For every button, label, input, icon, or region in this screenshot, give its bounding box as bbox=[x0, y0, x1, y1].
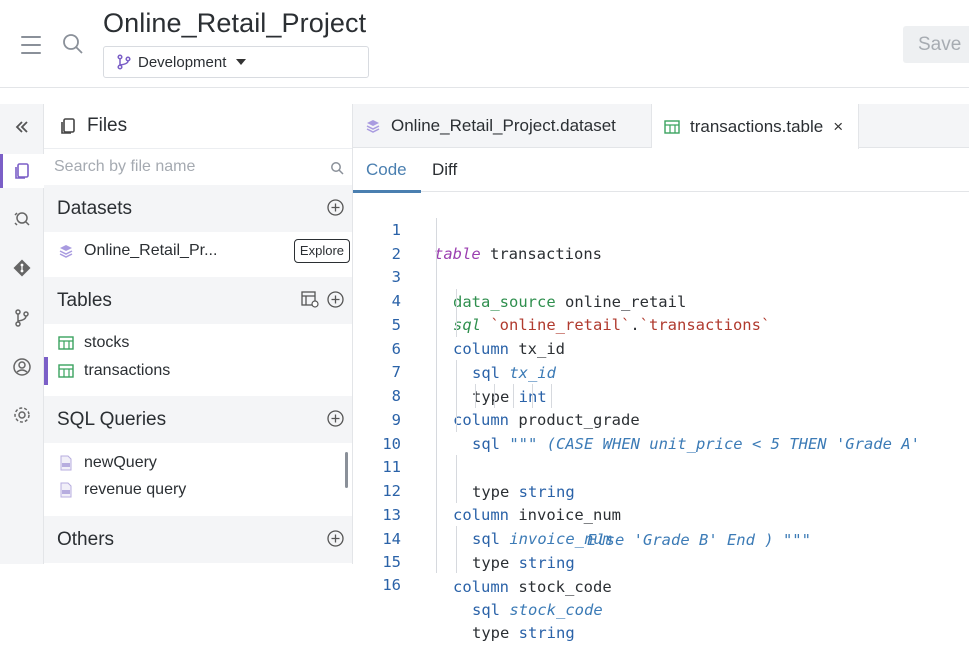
code-line: 4 column tx_id bbox=[353, 265, 969, 358]
branch-name: Development bbox=[138, 53, 227, 71]
top-header: Online_Retail_Project Development Save bbox=[0, 0, 969, 88]
dataset-name: Online_Retail_Pr... bbox=[84, 242, 218, 259]
files-panel: Files Search by file name Datasets Onlin… bbox=[44, 104, 353, 564]
layers-icon bbox=[366, 120, 380, 133]
code-line: 11 column invoice_num bbox=[353, 431, 969, 524]
code-line: 7 column product_grade bbox=[353, 336, 969, 429]
code-line: 2 data_source online_retail bbox=[353, 218, 969, 311]
section-datasets-label: Datasets bbox=[57, 197, 132, 219]
query-name: revenue query bbox=[84, 481, 187, 498]
tab-code[interactable]: Code bbox=[353, 148, 421, 193]
branch-icon[interactable] bbox=[0, 301, 44, 335]
tab-table-label: transactions.table bbox=[690, 116, 824, 136]
save-button[interactable]: Save bbox=[903, 26, 969, 63]
left-rail bbox=[0, 104, 44, 564]
files-icon[interactable] bbox=[0, 154, 44, 188]
list-item-table-active[interactable]: transactions bbox=[44, 357, 352, 385]
scrollbar[interactable] bbox=[345, 452, 348, 488]
files-icon bbox=[61, 118, 75, 134]
section-others-label: Others bbox=[57, 528, 115, 550]
user-icon[interactable] bbox=[0, 350, 44, 384]
file-search-input[interactable]: Search by file name bbox=[44, 148, 352, 185]
code-diff-tabs: Code Diff bbox=[353, 148, 969, 193]
line-number: 16 bbox=[382, 576, 401, 594]
chevron-down-icon bbox=[236, 59, 247, 65]
add-query-icon[interactable] bbox=[327, 410, 344, 427]
tab-diff[interactable]: Diff bbox=[432, 148, 457, 192]
section-tables-label: Tables bbox=[57, 289, 112, 311]
explore-button[interactable]: Explore bbox=[293, 239, 350, 263]
query-name: newQuery bbox=[84, 454, 157, 471]
code-line: 8 sql """ (CASE WHEN unit_price < 5 THEN… bbox=[353, 360, 969, 453]
gear-icon[interactable] bbox=[0, 398, 44, 432]
section-datasets[interactable]: Datasets bbox=[44, 185, 352, 232]
project-title: Online_Retail_Project bbox=[103, 8, 367, 38]
section-sql-label: SQL Queries bbox=[57, 408, 167, 430]
table-name: stocks bbox=[84, 334, 130, 351]
layers-icon bbox=[59, 245, 73, 258]
code-line: 10 type string bbox=[353, 408, 969, 501]
search-icon bbox=[331, 162, 344, 175]
list-item-dataset[interactable]: Online_Retail_Pr... Explore bbox=[44, 237, 352, 265]
list-item-query[interactable]: revenue query bbox=[44, 476, 352, 504]
git-icon[interactable] bbox=[0, 251, 44, 285]
search-icon[interactable] bbox=[62, 33, 84, 55]
table-icon bbox=[58, 336, 74, 350]
tab-dataset-label: Online_Retail_Project.dataset bbox=[391, 116, 616, 135]
code-line: 16 type string bbox=[353, 549, 969, 642]
file-search-placeholder: Search by file name bbox=[54, 158, 196, 175]
code-editor[interactable]: 1 table transactions 2 data_source onlin… bbox=[353, 192, 969, 642]
add-dataset-icon[interactable] bbox=[327, 199, 344, 216]
search-replace-icon[interactable] bbox=[0, 202, 44, 236]
files-header: Files bbox=[44, 104, 352, 148]
branch-selector[interactable]: Development bbox=[103, 46, 369, 78]
collapse-icon[interactable] bbox=[0, 110, 44, 144]
code-line: 3 sql `online_retail`.`transactions` bbox=[353, 241, 969, 334]
section-others[interactable]: Others bbox=[44, 516, 352, 563]
code-line: 1 table transactions bbox=[353, 194, 969, 263]
code-line: 12 sql invoice_num bbox=[353, 455, 969, 548]
add-table-icon[interactable] bbox=[327, 291, 344, 308]
menu-icon[interactable] bbox=[21, 36, 41, 54]
files-title: Files bbox=[87, 115, 128, 136]
code-line: 15 sql stock_code bbox=[353, 526, 969, 619]
table-icon bbox=[664, 119, 680, 134]
section-tables[interactable]: Tables bbox=[44, 277, 352, 324]
code-line: 9 Else 'Grade B' End ) """ bbox=[353, 384, 969, 549]
close-icon[interactable]: × bbox=[833, 117, 843, 137]
code-line: 5 sql tx_id bbox=[353, 289, 969, 382]
section-sql-queries[interactable]: SQL Queries bbox=[44, 396, 352, 443]
tab-transactions-table[interactable]: transactions.table × bbox=[652, 104, 859, 149]
add-other-icon[interactable] bbox=[327, 530, 344, 547]
list-item-table[interactable]: stocks bbox=[44, 329, 352, 357]
code-line: 14 column stock_code bbox=[353, 503, 969, 596]
code-line: 13 type string bbox=[353, 479, 969, 572]
table-icon bbox=[58, 364, 74, 378]
git-branch-icon bbox=[117, 54, 131, 70]
table-settings-icon[interactable] bbox=[301, 291, 319, 308]
tab-dataset[interactable]: Online_Retail_Project.dataset bbox=[353, 104, 652, 148]
editor-tabs: Online_Retail_Project.dataset transactio… bbox=[353, 104, 969, 149]
sql-file-icon bbox=[60, 455, 72, 471]
editor: Online_Retail_Project.dataset transactio… bbox=[353, 104, 969, 642]
code-line: 6 type int bbox=[353, 313, 969, 406]
list-item-query[interactable]: newQuery bbox=[44, 449, 352, 477]
table-name: transactions bbox=[84, 362, 171, 379]
sql-file-icon bbox=[60, 482, 72, 498]
